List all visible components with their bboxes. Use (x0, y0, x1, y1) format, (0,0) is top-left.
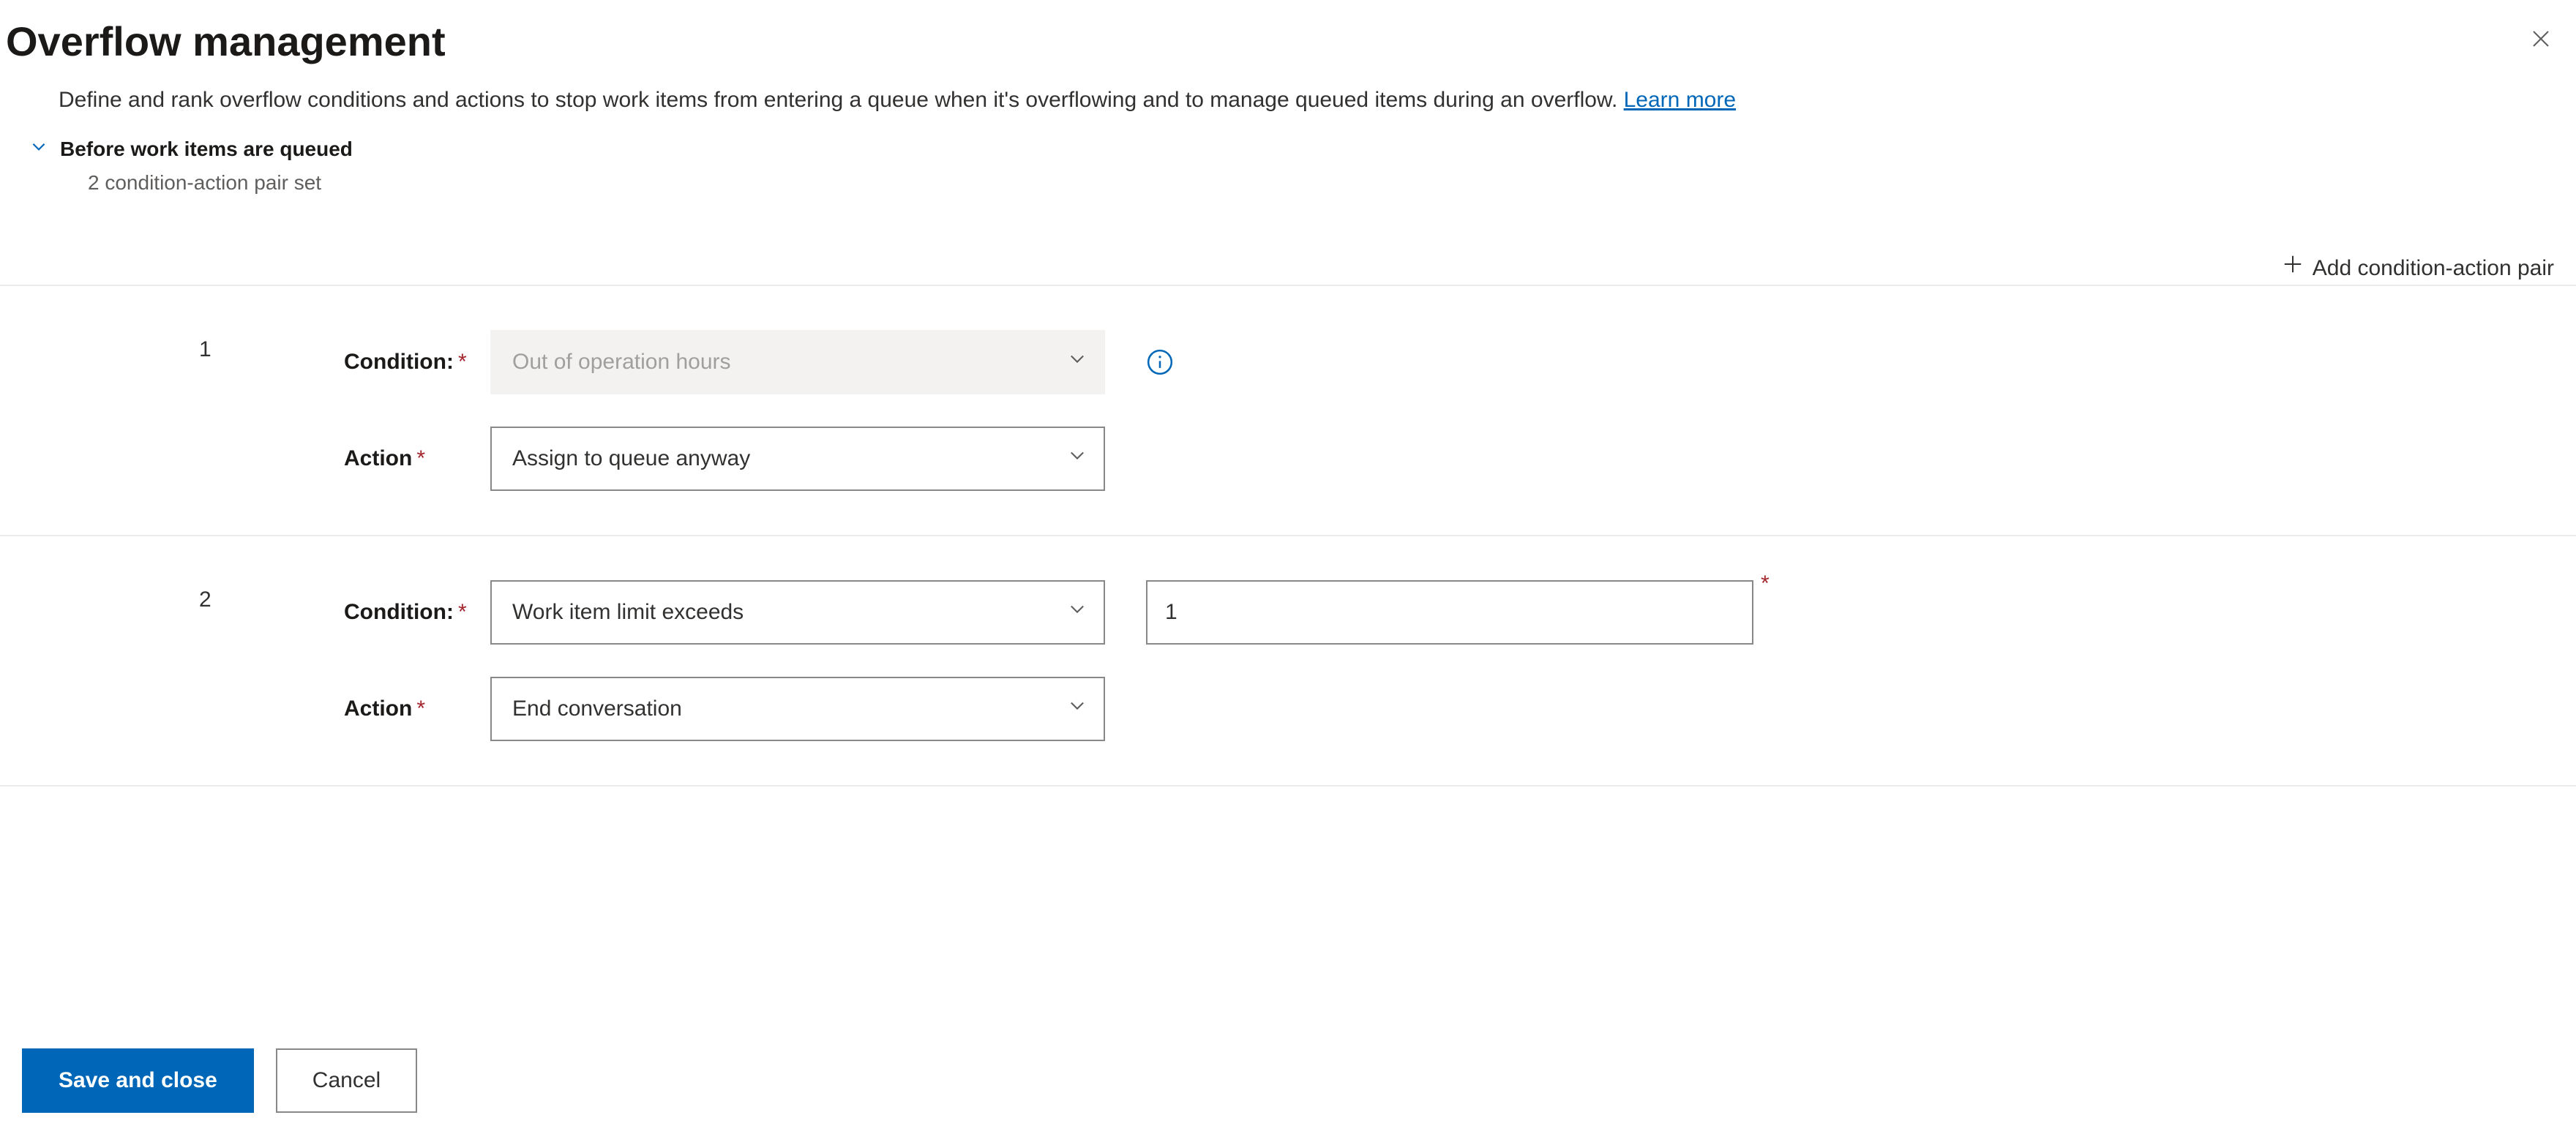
chevron-down-icon (29, 135, 48, 163)
required-asterisk: * (416, 697, 425, 721)
condition-select[interactable]: Work item limit exceeds (490, 580, 1105, 645)
cancel-button[interactable]: Cancel (276, 1048, 417, 1113)
section-header[interactable]: Before work items are queued (0, 129, 2576, 163)
chevron-down-icon (1067, 443, 1087, 474)
info-icon[interactable] (1146, 348, 1764, 376)
close-icon (2530, 28, 2552, 52)
action-label: Action* (212, 443, 490, 474)
action-label-text: Action (344, 697, 412, 721)
action-select-value: End conversation (512, 694, 682, 724)
page-description-text: Define and rank overflow conditions and … (59, 88, 1624, 112)
plus-icon (2282, 253, 2304, 284)
action-label-text: Action (344, 446, 412, 470)
required-asterisk: * (458, 600, 467, 624)
save-and-close-button[interactable]: Save and close (22, 1048, 254, 1113)
close-button[interactable] (2523, 22, 2558, 57)
condition-select-value: Out of operation hours (512, 347, 731, 378)
section-subtitle: 2 condition-action pair set (0, 164, 2576, 197)
action-select[interactable]: End conversation (490, 677, 1105, 741)
rule-row: 2 Condition:* Work item limit exceeds * … (0, 536, 2576, 787)
footer-actions: Save and close Cancel (22, 1048, 417, 1113)
limit-value-input[interactable] (1146, 580, 1753, 645)
rule-index: 1 (0, 330, 212, 365)
condition-label: Condition:* (212, 597, 490, 628)
page-description: Define and rank overflow conditions and … (0, 85, 2576, 129)
condition-label-text: Condition: (344, 350, 454, 374)
add-condition-action-label: Add condition-action pair (2313, 253, 2554, 284)
action-select[interactable]: Assign to queue anyway (490, 427, 1105, 491)
required-asterisk: * (458, 350, 467, 374)
required-asterisk: * (416, 446, 425, 470)
condition-select-value: Work item limit exceeds (512, 597, 744, 628)
action-label: Action* (212, 694, 490, 724)
required-asterisk: * (1761, 568, 1822, 599)
action-select-value: Assign to queue anyway (512, 443, 750, 474)
section-title: Before work items are queued (60, 135, 353, 163)
chevron-down-icon (1067, 347, 1087, 378)
condition-label: Condition:* (212, 347, 490, 378)
rule-row: 1 Condition:* Out of operation hours (0, 286, 2576, 536)
add-condition-action-button[interactable]: Add condition-action pair (2282, 253, 2554, 284)
chevron-down-icon (1067, 694, 1087, 724)
page-title: Overflow management (0, 0, 2576, 85)
rule-index: 2 (0, 580, 212, 615)
condition-select: Out of operation hours (490, 330, 1105, 394)
learn-more-link[interactable]: Learn more (1624, 88, 1736, 112)
condition-label-text: Condition: (344, 600, 454, 624)
chevron-down-icon (1067, 597, 1087, 628)
